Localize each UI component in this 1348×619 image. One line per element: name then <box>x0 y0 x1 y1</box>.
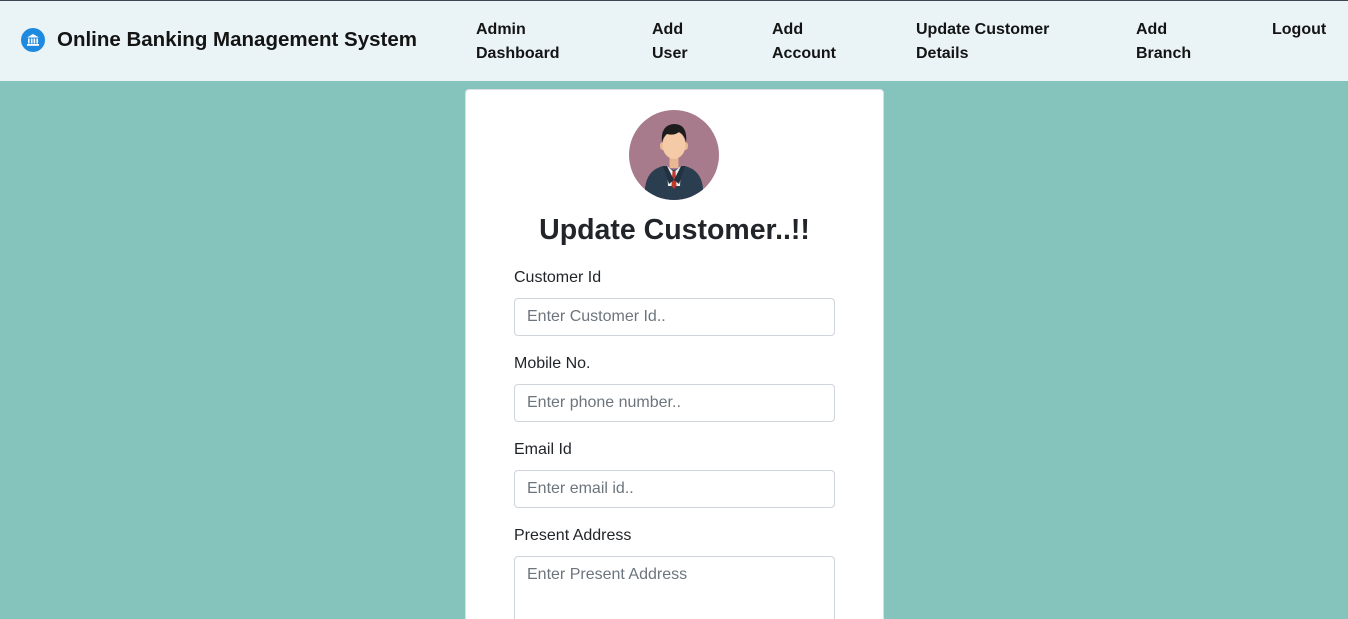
mobile-no-label: Mobile No. <box>514 355 591 372</box>
nav-add-account[interactable]: Add Account <box>772 18 836 66</box>
top-navbar: Online Banking Management System Admin D… <box>0 0 1348 81</box>
nav-item-label-line2: Branch <box>1136 45 1192 62</box>
nav-item-label-line2: Details <box>916 45 969 62</box>
brand-link[interactable]: Online Banking Management System <box>21 28 417 52</box>
customer-id-input[interactable] <box>514 298 835 336</box>
nav-item-label-line1: Update Customer <box>916 21 1050 38</box>
customer-id-label: Customer Id <box>514 269 602 286</box>
brand-title: Online Banking Management System <box>57 28 417 51</box>
bank-icon <box>21 28 45 52</box>
nav-add-user[interactable]: Add User <box>652 18 688 66</box>
present-address-textarea[interactable] <box>514 556 835 619</box>
nav-item-label-line1: Add <box>1136 21 1168 38</box>
nav-item-label-line2: Account <box>772 45 836 62</box>
nav-item-label-line1: Add <box>772 21 804 38</box>
update-customer-card: Update Customer..!! Customer Id Mobile N… <box>465 89 884 619</box>
nav-item-label-line1: Logout <box>1272 21 1327 38</box>
nav-admin-dashboard[interactable]: Admin Dashboard <box>476 18 560 66</box>
nav-item-label-line2: User <box>652 45 688 62</box>
nav-item-label-line1: Add <box>652 21 684 38</box>
nav-item-label-line1: Admin <box>476 21 526 38</box>
mobile-no-input[interactable] <box>514 384 835 422</box>
email-id-label: Email Id <box>514 441 572 458</box>
email-id-input[interactable] <box>514 470 835 508</box>
customer-avatar-icon <box>629 110 719 200</box>
nav-add-branch[interactable]: Add Branch <box>1136 18 1191 66</box>
present-address-label: Present Address <box>514 527 632 544</box>
nav-item-label-line2: Dashboard <box>476 45 560 62</box>
page-title: Update Customer..!! <box>539 214 810 246</box>
nav-logout[interactable]: Logout <box>1272 18 1326 42</box>
nav-update-customer-details[interactable]: Update Customer Details <box>916 18 1049 66</box>
